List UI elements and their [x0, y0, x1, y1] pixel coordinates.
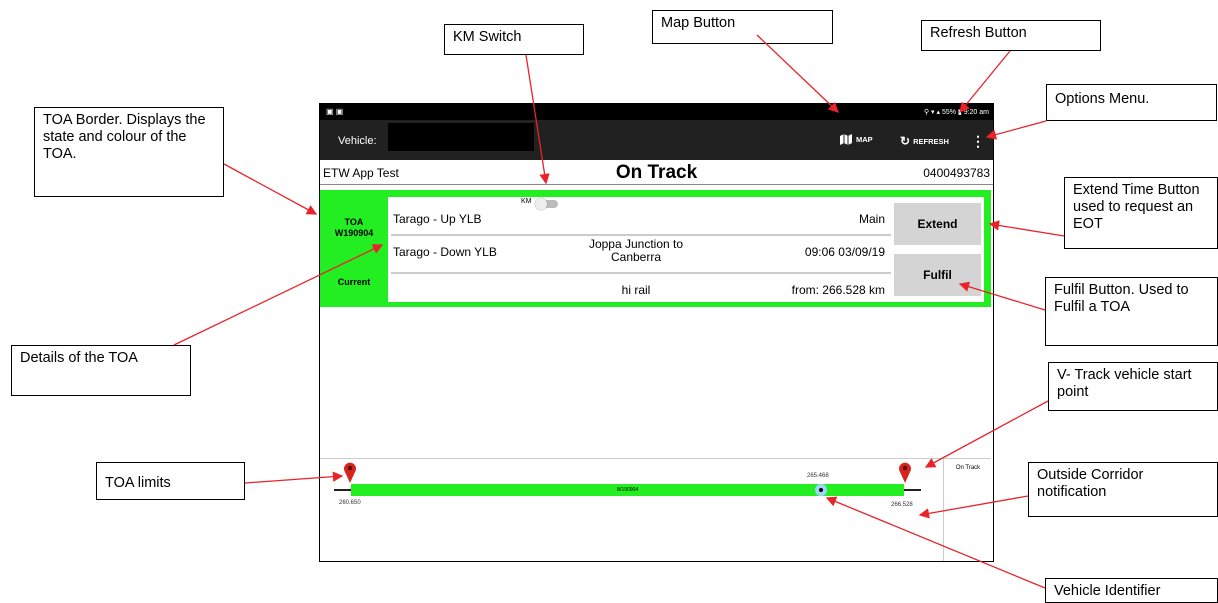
toa-status: Current	[337, 277, 371, 287]
arrow-options-menu	[985, 120, 1047, 140]
vehicle-label: Vehicle:	[338, 135, 377, 147]
fulfil-button[interactable]: Fulfil	[894, 254, 981, 296]
row-divider	[391, 272, 891, 274]
map-button[interactable]: MAP	[839, 134, 873, 145]
arrow-map-button	[756, 34, 839, 113]
callout-outside-corridor: Outside Corridor notification	[1028, 462, 1218, 517]
toa-row-3: hi rail from: 266.528 km	[391, 275, 891, 305]
extend-button[interactable]: Extend	[894, 203, 981, 245]
refresh-label: REFRESH	[913, 136, 949, 146]
track-diagram: W190904 260.650 265.468 266.528 On Track	[320, 458, 992, 561]
status-right: ⚲ ▾ ▴ 55% ▮ 9:20 am	[923, 109, 989, 116]
toa-id: W190904	[334, 228, 374, 238]
track-state: On Track	[615, 162, 698, 183]
callout-toa-limits: TOA limits	[96, 462, 245, 500]
redaction-box	[388, 123, 534, 151]
toa-row-2: Tarago - Down YLB Joppa Junction to Canb…	[391, 237, 891, 267]
callout-map-button: Map Button	[652, 10, 833, 44]
toa-row-right: from: 266.528 km	[791, 283, 885, 297]
callout-details: Details of the TOA	[11, 345, 191, 396]
km-switch-label: KM	[521, 198, 532, 205]
vehicle-identifier[interactable]	[815, 484, 827, 496]
map-label: MAP	[856, 135, 873, 144]
track-rail-right	[904, 489, 921, 491]
callout-refresh-button: Refresh Button	[921, 20, 1101, 51]
callout-vehicle-identifier: Vehicle Identifier	[1045, 578, 1218, 603]
map-icon	[840, 134, 852, 145]
refresh-icon: ↻	[900, 134, 911, 148]
toa-end-pin-icon	[899, 462, 911, 483]
status-bar: ▣ ▣ ⚲ ▾ ▴ 55% ▮ 9:20 am	[320, 104, 993, 120]
toa-row-location: Tarago - Up YLB	[393, 212, 482, 226]
toa-row-right: 09:06 03/09/19	[804, 245, 885, 259]
track-rail-left	[334, 489, 352, 491]
callout-km-switch: KM Switch	[444, 24, 584, 55]
km-switch[interactable]	[535, 198, 558, 210]
toa-start-pin-icon	[344, 462, 356, 483]
clock: 9:20 am	[963, 109, 989, 116]
row-divider	[391, 234, 891, 236]
toa-badge: TOA	[344, 217, 364, 227]
battery-level: 55%	[941, 109, 956, 116]
callout-options-menu: Options Menu.	[1046, 84, 1217, 121]
info-bar: ETW App Test On Track 0400493783	[320, 162, 993, 185]
callout-fulfil: Fulfil Button. Used to Fulfil a TOA	[1045, 277, 1218, 346]
outside-corridor-text: On Track	[955, 465, 981, 471]
callout-vtrack-start: V- Track vehicle start point	[1048, 362, 1218, 411]
vehicle-km-label: 265.468	[807, 473, 829, 479]
arrow-toa-border	[223, 163, 318, 215]
tablet-screen: ▣ ▣ ⚲ ▾ ▴ 55% ▮ 9:20 am Vehicle: MAP ↻ R…	[319, 103, 994, 562]
callout-extend-time: Extend Time Button used to request an EO…	[1064, 177, 1218, 249]
notification-icons: ▣ ▣	[326, 107, 344, 116]
callout-toa-border: TOA Border. Displays the state and colou…	[34, 107, 224, 197]
outside-corridor-panel: On Track	[943, 459, 992, 561]
toa-details: KM Tarago - Up YLB Main Tarago - Down YL…	[388, 197, 984, 302]
phone-number: 0400493783	[923, 166, 990, 180]
arrow-extend-time	[988, 220, 1065, 237]
start-km-label: 260.650	[339, 500, 361, 506]
toa-row-location: Tarago - Down YLB	[393, 245, 497, 259]
end-km-label: 266.528	[891, 502, 913, 508]
toa-row-right: Main	[858, 212, 885, 226]
toa-border: TOA W190904 Current KM Tarago - Up YLB Ma…	[320, 190, 991, 307]
toa-row-middle: Joppa Junction to Canberra	[588, 237, 684, 264]
toa-side-panel: TOA W190904 Current	[320, 190, 388, 307]
toa-row-middle: hi rail	[621, 283, 651, 297]
refresh-button[interactable]: ↻ REFRESH	[900, 134, 949, 148]
options-menu-icon[interactable]: ⋮	[971, 133, 985, 150]
